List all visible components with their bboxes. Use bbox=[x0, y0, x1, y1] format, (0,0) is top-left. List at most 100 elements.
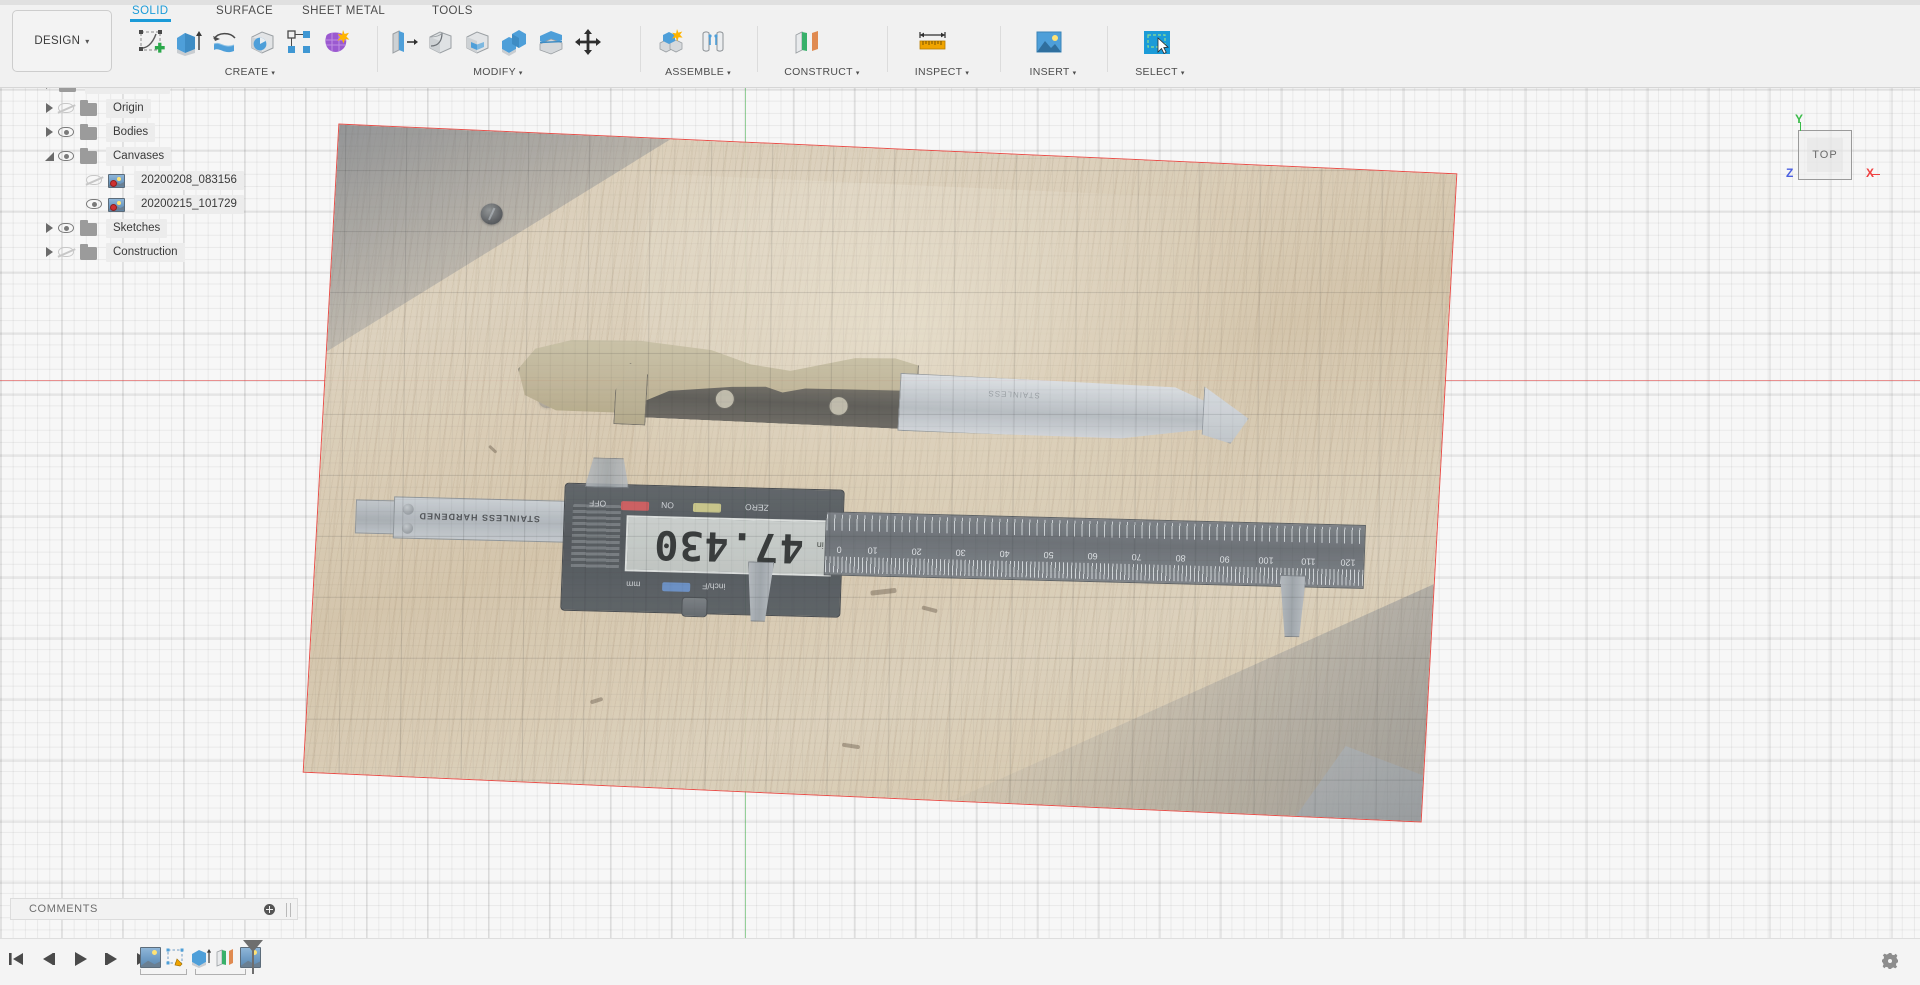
extrude-feature-icon[interactable] bbox=[190, 947, 212, 968]
visibility-eye-icon[interactable] bbox=[58, 127, 74, 138]
panel-insert-label[interactable]: INSERT ▾ bbox=[1012, 66, 1094, 78]
folder-icon bbox=[79, 147, 99, 165]
insert-canvas-icon[interactable] bbox=[1032, 22, 1066, 62]
panel-inspect-label[interactable]: INSPECT ▾ bbox=[898, 66, 986, 78]
tree-node-origin[interactable]: Origin bbox=[10, 96, 298, 120]
visibility-eye-icon[interactable] bbox=[58, 151, 74, 162]
knife-blade bbox=[897, 373, 1220, 445]
sweep-icon[interactable] bbox=[245, 22, 279, 62]
expand-collapse-icon[interactable] bbox=[42, 245, 56, 259]
add-comment-icon[interactable] bbox=[264, 904, 275, 915]
pattern-icon[interactable] bbox=[282, 22, 316, 62]
canvas-image-icon bbox=[107, 172, 127, 189]
select-window-icon[interactable] bbox=[1139, 22, 1173, 62]
ribbon-separator bbox=[377, 26, 378, 72]
folder-icon bbox=[79, 99, 99, 117]
shell-icon[interactable] bbox=[460, 22, 494, 62]
caliper-thumb-grip bbox=[570, 503, 622, 570]
workspace-switcher-button[interactable]: DESIGN ▾ bbox=[12, 10, 112, 72]
sketch-feature-icon[interactable] bbox=[165, 947, 186, 968]
screw-icon bbox=[402, 503, 414, 515]
tree-node-canvas-20200208-083156[interactable]: 20200208_083156 bbox=[10, 168, 298, 192]
expand-collapse-icon[interactable] bbox=[42, 221, 56, 235]
caliper-lcd-value: 47.430 bbox=[652, 520, 805, 571]
move-copy-icon[interactable] bbox=[571, 22, 605, 62]
tree-node-label: Construction bbox=[106, 242, 185, 262]
knife-tip bbox=[1201, 386, 1250, 444]
combine-icon[interactable] bbox=[497, 22, 531, 62]
view-cube-top-face[interactable]: TOP bbox=[1798, 130, 1852, 180]
offset-plane-icon[interactable] bbox=[790, 22, 824, 62]
tab-surface[interactable]: SURFACE bbox=[214, 2, 275, 22]
panel-create-label[interactable]: CREATE ▾ bbox=[190, 66, 310, 78]
expand-collapse-icon[interactable] bbox=[42, 101, 56, 115]
ribbon-separator bbox=[1000, 26, 1001, 72]
play-icon[interactable] bbox=[70, 949, 90, 969]
caliper-on-label: ON bbox=[660, 500, 675, 511]
revolve-icon[interactable] bbox=[208, 22, 242, 62]
go-to-beginning-icon[interactable] bbox=[6, 949, 26, 969]
caliper-thumb-wheel[interactable] bbox=[681, 596, 708, 618]
ribbon-toolbar: DESIGN ▾ SOLID SURFACE SHEET METAL TOOLS bbox=[0, 0, 1920, 88]
press-pull-icon[interactable] bbox=[386, 22, 420, 62]
fillet-icon[interactable] bbox=[423, 22, 457, 62]
measure-icon[interactable] bbox=[916, 22, 950, 62]
tree-node-label: Sketches bbox=[106, 218, 168, 238]
caliper-display-housing: ZERO ON OFF 47.430 in inch/F mm bbox=[560, 482, 845, 618]
caliper-zero-button[interactable] bbox=[692, 502, 722, 513]
plane-feature-icon[interactable] bbox=[215, 947, 236, 968]
panel-select: SELECT ▾ bbox=[1119, 22, 1201, 86]
split-body-icon[interactable] bbox=[534, 22, 568, 62]
caliper-unit-button[interactable] bbox=[662, 582, 691, 592]
joint-icon[interactable] bbox=[696, 22, 730, 62]
caliper-lower-jaw-right bbox=[1278, 575, 1306, 638]
step-forward-icon[interactable] bbox=[102, 949, 122, 969]
tree-node-canvas-20200215-101729[interactable]: 20200215_101729 bbox=[10, 192, 298, 216]
create-sketch-icon[interactable] bbox=[134, 22, 168, 62]
tree-node-bodies[interactable]: Bodies bbox=[10, 120, 298, 144]
canvas-feature-icon[interactable] bbox=[140, 947, 161, 968]
form-icon[interactable] bbox=[319, 22, 353, 62]
folder-icon bbox=[79, 243, 99, 261]
new-component-icon[interactable] bbox=[654, 22, 688, 62]
extrude-icon[interactable] bbox=[171, 22, 205, 62]
panel-construct-label[interactable]: CONSTRUCT ▾ bbox=[768, 66, 876, 78]
comments-title: COMMENTS bbox=[29, 903, 98, 915]
caliper-off-label: OFF bbox=[588, 498, 607, 509]
visibility-eye-icon[interactable] bbox=[58, 223, 74, 234]
tab-sheet-metal[interactable]: SHEET METAL bbox=[300, 2, 387, 22]
axis-label-z: Z bbox=[1786, 166, 1794, 180]
timeline-playback-controls bbox=[6, 949, 154, 969]
panel-inspect: INSPECT ▾ bbox=[898, 22, 986, 86]
caliper-mm-label: mm bbox=[626, 579, 641, 590]
comments-panel[interactable]: COMMENTS bbox=[10, 898, 298, 920]
expand-collapse-icon[interactable] bbox=[42, 149, 56, 163]
timeline-settings-icon[interactable] bbox=[1882, 953, 1898, 969]
tree-node-construction[interactable]: Construction bbox=[10, 240, 298, 264]
panel-modify-label[interactable]: MODIFY ▾ bbox=[438, 66, 558, 78]
timeline-marker[interactable] bbox=[252, 944, 254, 974]
expand-collapse-icon[interactable] bbox=[42, 125, 56, 139]
caliper-zero-label: ZERO bbox=[744, 502, 769, 513]
step-back-icon[interactable] bbox=[38, 949, 58, 969]
tree-node-label: Origin bbox=[106, 98, 151, 118]
caliper-stainless-text: STAINLESS HARDENED bbox=[418, 511, 541, 525]
tree-node-canvases[interactable]: Canvases bbox=[10, 144, 298, 168]
visibility-eye-off-icon[interactable] bbox=[58, 247, 74, 258]
panel-select-label[interactable]: SELECT ▾ bbox=[1119, 66, 1201, 78]
caliper-stainless-plate: STAINLESS HARDENED bbox=[392, 496, 585, 544]
canvas-image-icon bbox=[107, 196, 127, 213]
visibility-eye-off-icon[interactable] bbox=[86, 175, 102, 186]
caliper-on-off-button[interactable] bbox=[620, 501, 650, 511]
canvas-feature-icon[interactable] bbox=[240, 947, 261, 968]
tree-node-sketches[interactable]: Sketches bbox=[10, 216, 298, 240]
view-cube[interactable]: TOP Y X Z bbox=[1770, 108, 1880, 208]
tab-tools[interactable]: TOOLS bbox=[430, 2, 475, 22]
panel-resize-grip[interactable] bbox=[286, 903, 291, 917]
visibility-eye-icon[interactable] bbox=[86, 199, 102, 210]
ribbon-separator bbox=[757, 26, 758, 72]
canvas-image-plane[interactable]: STAINLESS STAINLESS HARDENED ZERO ON OFF… bbox=[302, 123, 1458, 823]
tab-solid[interactable]: SOLID bbox=[130, 2, 171, 22]
panel-assemble-label[interactable]: ASSEMBLE ▾ bbox=[646, 66, 750, 78]
visibility-eye-off-icon[interactable] bbox=[58, 103, 74, 114]
